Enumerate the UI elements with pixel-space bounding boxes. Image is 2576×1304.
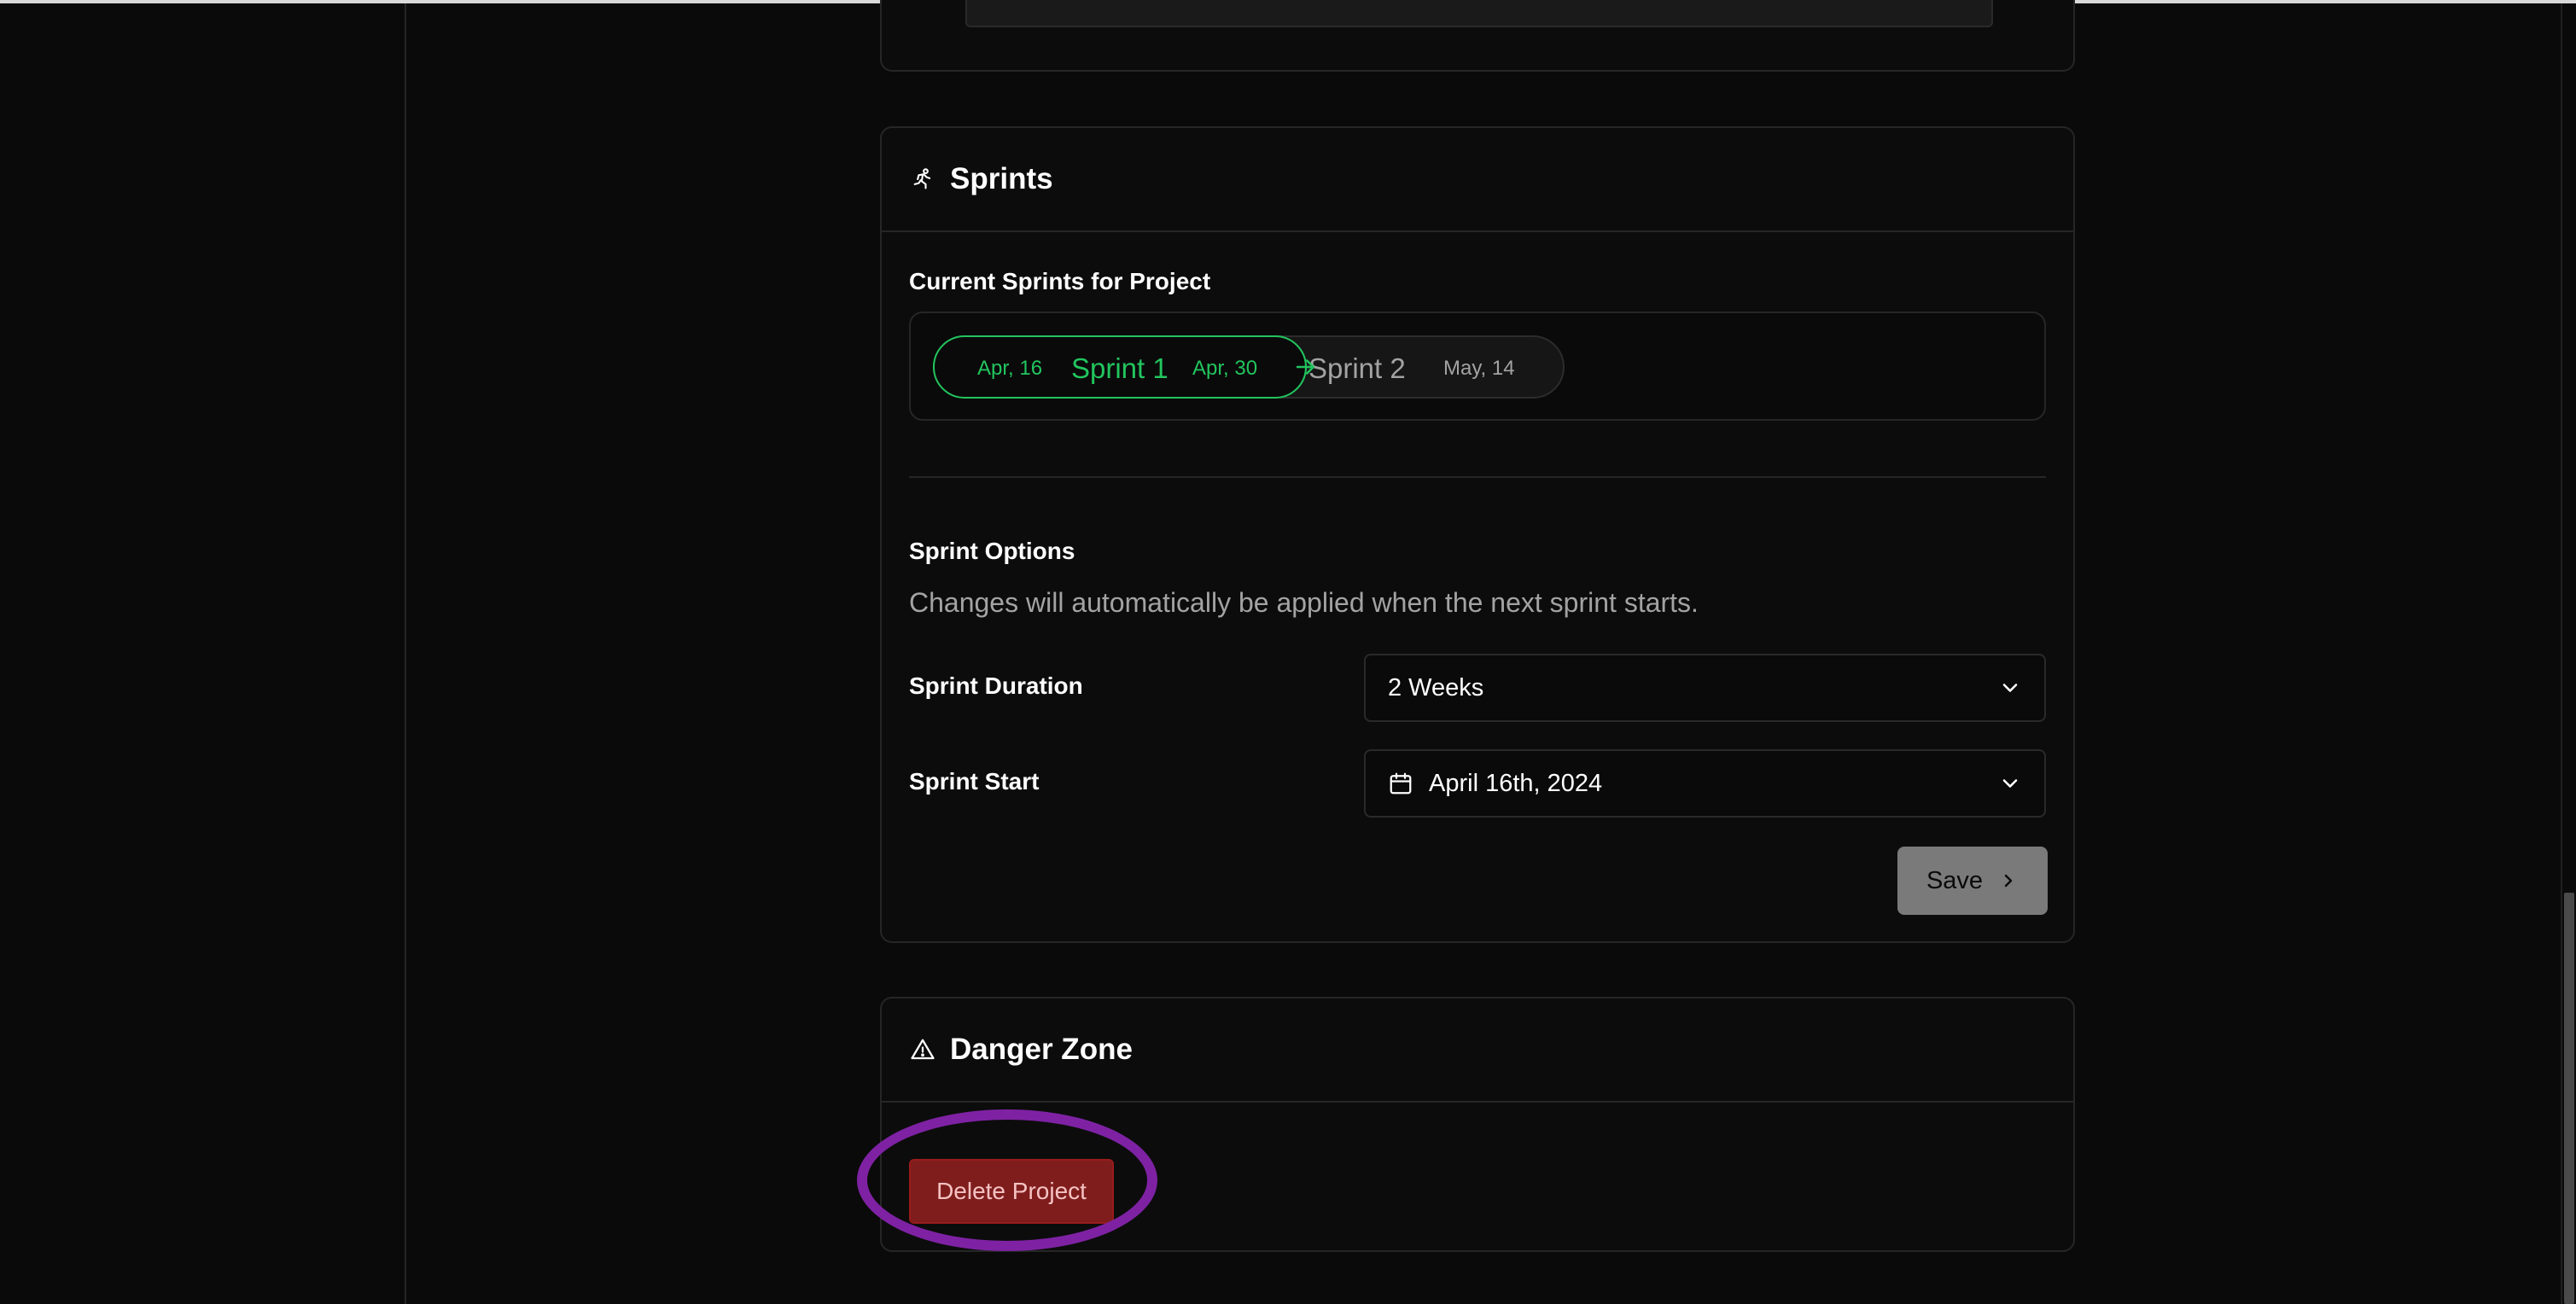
- section-divider: [909, 476, 2046, 478]
- sprint-options-title: Sprint Options: [909, 538, 1075, 564]
- sprint-pills: Sprint 2 May, 14 Apr, 16 Sprint 1 Apr, 3…: [933, 335, 1565, 399]
- sprint-duration-value: 2 Weeks: [1388, 673, 1484, 701]
- sprint-start-value: April 16th, 2024: [1429, 769, 1603, 797]
- danger-zone-title: Danger Zone: [950, 1033, 1133, 1066]
- previous-settings-card: [880, 0, 2075, 72]
- sidebar: [0, 3, 406, 1304]
- calendar-icon: [1390, 772, 1412, 795]
- next-sprint-end-date: May, 14: [1443, 357, 1515, 380]
- sprints-card-header: Sprints: [882, 128, 2073, 232]
- save-button-label: Save: [1926, 866, 1984, 894]
- arrow-right-icon: [1296, 359, 1314, 375]
- sprint-pill-active[interactable]: Apr, 16 Sprint 1 Apr, 30: [933, 335, 1307, 399]
- scrollbar-thumb[interactable]: [2564, 893, 2574, 1304]
- delete-project-button[interactable]: Delete Project: [909, 1159, 1114, 1224]
- next-sprint-name: Sprint 2: [1308, 352, 1406, 384]
- sprint-start-date-picker[interactable]: April 16th, 2024: [1364, 749, 2046, 818]
- sprint-duration-select[interactable]: 2 Weeks: [1364, 654, 2046, 722]
- chevron-down-icon: [2002, 779, 2018, 788]
- previous-card-field: [965, 0, 1993, 27]
- active-sprint-name: Sprint 1: [1071, 352, 1169, 384]
- chevron-down-icon: [2002, 684, 2018, 692]
- sprint-start-label: Sprint Start: [909, 768, 1040, 795]
- warning-triangle-icon: [909, 1036, 936, 1063]
- sprint-duration-label: Sprint Duration: [909, 672, 1083, 699]
- sprint-options-note: Changes will automatically be applied wh…: [909, 587, 1699, 618]
- running-person-icon: [909, 166, 936, 193]
- delete-project-label: Delete Project: [936, 1178, 1087, 1204]
- danger-zone-header: Danger Zone: [882, 998, 2073, 1103]
- danger-zone-card: Danger Zone Delete Project: [880, 997, 2075, 1252]
- active-sprint-end-date: Apr, 30: [1192, 357, 1258, 380]
- active-sprint-start-date: Apr, 16: [977, 357, 1043, 380]
- sprints-title: Sprints: [950, 162, 1053, 195]
- save-button[interactable]: Save: [1897, 847, 2048, 915]
- current-sprints-label: Current Sprints for Project: [909, 268, 1211, 294]
- current-sprints-timeline: Sprint 2 May, 14 Apr, 16 Sprint 1 Apr, 3…: [909, 311, 2046, 421]
- chevron-right-icon: [2004, 874, 2013, 888]
- sprints-card: Sprints Current Sprints for Project Spri…: [880, 126, 2075, 943]
